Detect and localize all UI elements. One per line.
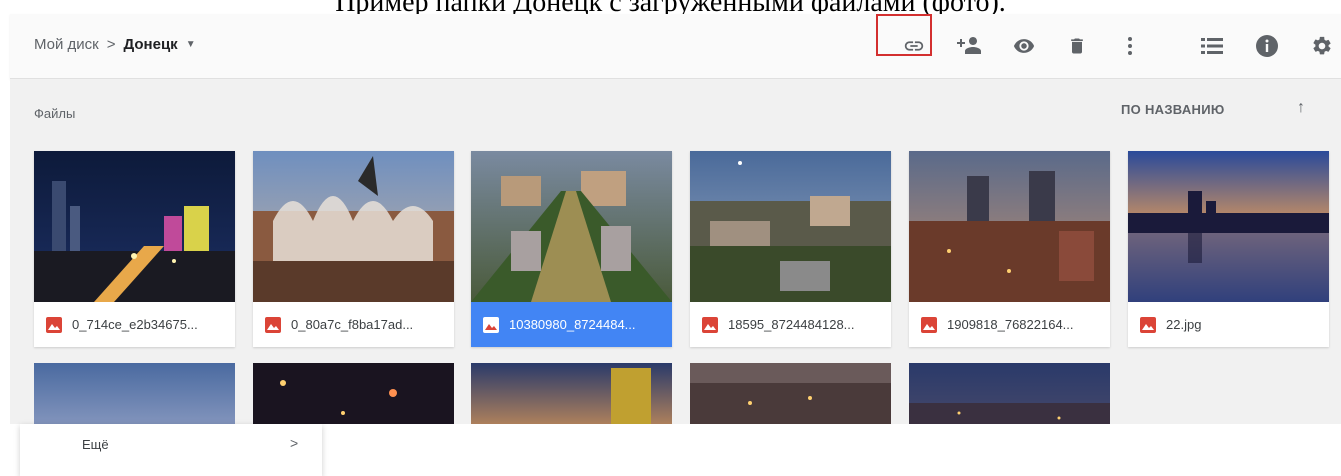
file-thumbnail	[471, 151, 672, 302]
breadcrumb: Мой диск > Донецк ▼	[34, 36, 196, 53]
file-thumbnail-partial[interactable]	[471, 363, 672, 424]
file-thumbnail-partial[interactable]	[34, 363, 235, 424]
menu-item-more[interactable]: Ещё	[82, 437, 109, 452]
file-thumbnail-partial[interactable]	[690, 363, 891, 424]
chevron-right-icon[interactable]: >	[290, 435, 298, 451]
file-card-selected[interactable]: 10380980_8724484...	[471, 151, 672, 347]
file-name: 10380980_8724484...	[471, 302, 672, 347]
file-card[interactable]: 0_714ce_e2b34675...	[34, 151, 235, 347]
file-thumbnail	[34, 151, 235, 302]
file-name: 22.jpg	[1128, 302, 1329, 347]
file-thumbnail	[909, 151, 1110, 302]
image-file-icon	[46, 316, 62, 333]
files-area: Файлы ПО НАЗВАНИЮ ↑ 0_714ce_e2b34675...	[10, 79, 1341, 424]
file-card[interactable]: 18595_8724484128...	[690, 151, 891, 347]
image-file-icon	[483, 316, 499, 333]
file-name: 1909818_76822164...	[909, 302, 1110, 347]
file-card[interactable]: 0_80a7c_f8ba17ad...	[253, 151, 454, 347]
list-view-icon[interactable]	[1196, 30, 1228, 62]
file-name: 18595_8724484128...	[690, 302, 891, 347]
file-name: 0_80a7c_f8ba17ad...	[253, 302, 454, 347]
settings-icon[interactable]	[1306, 30, 1338, 62]
file-thumbnail	[690, 151, 891, 302]
files-section-label: Файлы	[34, 106, 76, 121]
drive-toolbar: Мой диск > Донецк ▼	[10, 14, 1341, 79]
breadcrumb-separator: >	[106, 36, 116, 53]
breadcrumb-root[interactable]: Мой диск	[34, 36, 99, 53]
image-file-icon	[1140, 316, 1156, 333]
file-name: 0_714ce_e2b34675...	[34, 302, 235, 347]
eye-icon[interactable]	[1008, 30, 1040, 62]
file-thumbnail-partial[interactable]	[253, 363, 454, 424]
context-menu: Ещё >	[20, 424, 322, 476]
arrow-up-icon[interactable]: ↑	[1297, 99, 1305, 117]
info-icon[interactable]	[1251, 30, 1283, 62]
link-button-highlight	[876, 14, 932, 56]
file-thumbnail	[253, 151, 454, 302]
sort-by-name-button[interactable]: ПО НАЗВАНИЮ	[1121, 102, 1225, 117]
file-card[interactable]: 22.jpg	[1128, 151, 1329, 347]
file-card[interactable]: 1909818_76822164...	[909, 151, 1110, 347]
breadcrumb-current-folder[interactable]: Донецк	[124, 36, 178, 53]
more-vert-icon[interactable]	[1114, 30, 1146, 62]
trash-icon[interactable]	[1061, 30, 1093, 62]
image-file-icon	[702, 316, 718, 333]
image-file-icon	[265, 316, 281, 333]
file-thumbnail	[1128, 151, 1329, 302]
chevron-down-icon[interactable]: ▼	[186, 39, 196, 50]
image-file-icon	[921, 316, 937, 333]
file-thumbnail-partial[interactable]	[909, 363, 1110, 424]
add-person-icon[interactable]	[954, 30, 986, 62]
